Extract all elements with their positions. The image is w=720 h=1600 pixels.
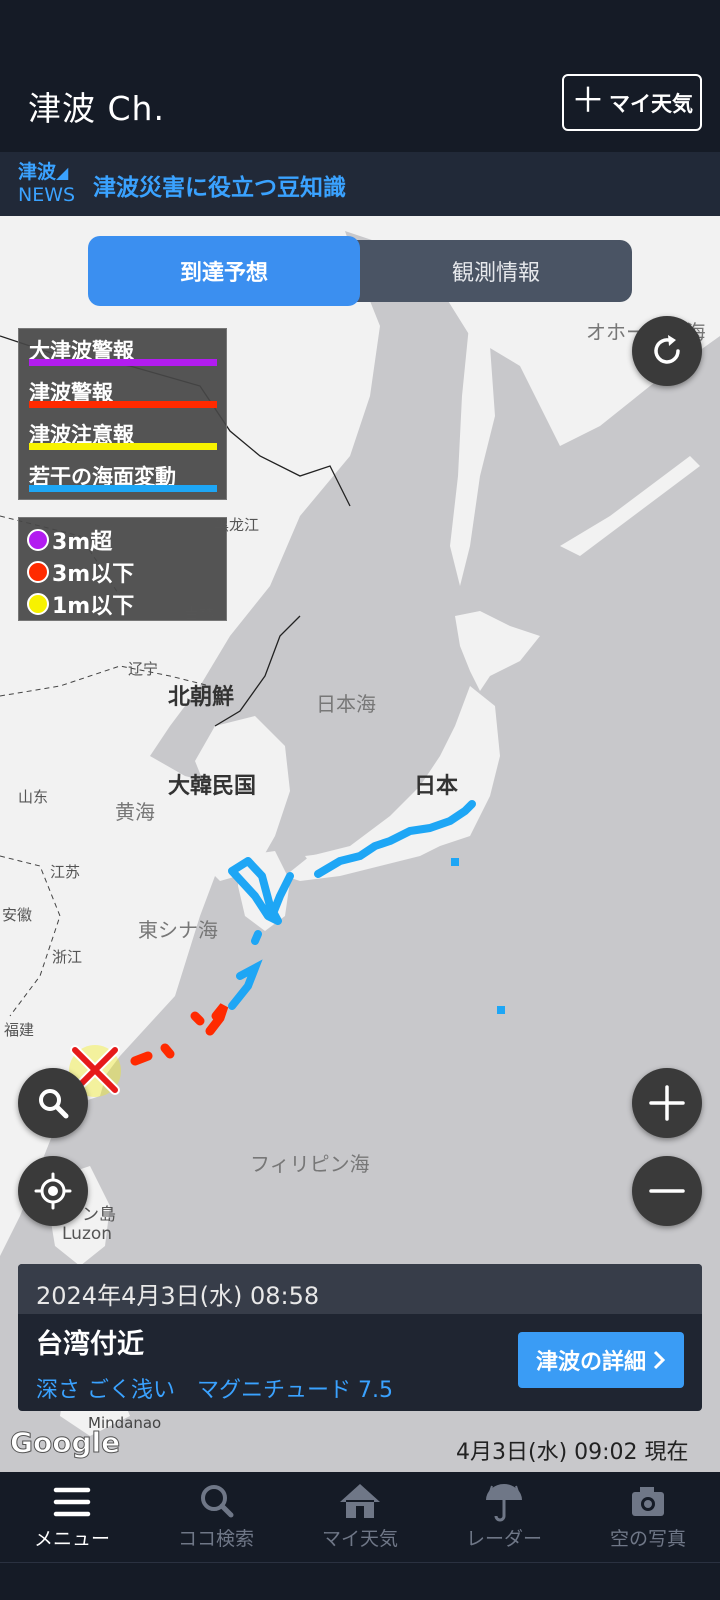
- nav-location-search[interactable]: ココ検索: [144, 1472, 288, 1562]
- label-luzon: Luzon: [62, 1224, 113, 1244]
- search-icon: [201, 1485, 234, 1518]
- label-heilongjiang: 黒龙江: [214, 516, 260, 534]
- menu-icon: [53, 1487, 91, 1517]
- warning-level-legend: 大津波警報 津波警報 津波注意報 若干の海面変動: [18, 328, 227, 500]
- purple-dot-icon: [27, 529, 49, 551]
- zoom-in-button[interactable]: [632, 1068, 702, 1138]
- quake-depth-magnitude: 深さ ごく浅い マグニチュード 7.5: [36, 1378, 393, 1403]
- label-yellow-sea: 黄海: [115, 800, 155, 824]
- quake-location: 台湾付近: [36, 1329, 144, 1360]
- earthquake-info-card: 2024年4月3日(水) 08:58 台湾付近 深さ ごく浅い マグニチュード …: [18, 1264, 702, 1411]
- chevron-right-icon: [653, 1350, 666, 1370]
- tsunami-detail-button[interactable]: 津波の詳細: [518, 1332, 684, 1388]
- legend-height-under-3m: 3m以下: [27, 556, 134, 588]
- status-bar: [0, 0, 720, 66]
- legend-bar-yellow: [29, 443, 217, 450]
- google-logo: Google: [9, 1426, 121, 1460]
- magnifier-icon: [39, 1089, 69, 1119]
- tab-arrival-forecast[interactable]: 到達予想: [88, 236, 360, 306]
- nav-location-search-label: ココ検索: [177, 1528, 254, 1550]
- label-liaoning: 辽宁: [128, 660, 159, 678]
- legend-height-over-3m: 3m超: [27, 524, 112, 556]
- label-south-korea: 大韓民国: [168, 774, 257, 799]
- nav-sky-photos-label: 空の写真: [609, 1528, 686, 1550]
- label-philippine-sea: フィリピン海: [250, 1152, 370, 1176]
- tab-observation-info[interactable]: 観測情報: [360, 240, 632, 302]
- nav-my-weather-label: マイ天気: [321, 1528, 398, 1550]
- label-north-korea: 北朝鮮: [168, 685, 235, 710]
- legend-height-over-3m-label: 3m超: [52, 530, 113, 555]
- current-location-button[interactable]: [18, 1156, 88, 1226]
- nav-menu[interactable]: メニュー: [0, 1472, 144, 1562]
- my-weather-label: マイ天気: [609, 91, 693, 116]
- red-dot-icon: [27, 561, 49, 583]
- search-button[interactable]: [18, 1068, 88, 1138]
- forecast-observation-toggle: 到達予想 観測情報: [88, 236, 632, 306]
- label-fujian: 福建: [4, 1021, 35, 1039]
- news-logo-line2: NEWS: [18, 184, 76, 206]
- label-east-china-sea: 東シナ海: [138, 918, 218, 942]
- news-logo-line1: 津波: [18, 161, 57, 183]
- tsunami-detail-label: 津波の詳細: [535, 1350, 646, 1375]
- plus-icon: [649, 1085, 685, 1121]
- tsunami-map[interactable]: 到達予想 観測情報 大津波警報 津波警報 津波注意報 若干の海面変動 3m超 3…: [0, 216, 720, 1472]
- news-headline: 津波災害に役立つ豆知識: [93, 175, 346, 201]
- refresh-icon: [654, 335, 680, 364]
- quake-datetime: 2024年4月3日(水) 08:58: [18, 1264, 702, 1314]
- yellow-dot-icon: [27, 593, 49, 615]
- nav-sky-photos[interactable]: 空の写真: [576, 1472, 720, 1562]
- system-navigation-bar: [0, 1562, 720, 1600]
- page-title: 津波 Ch.: [28, 89, 165, 128]
- nav-radar[interactable]: レーダー: [432, 1472, 576, 1562]
- umbrella-icon: [486, 1484, 522, 1522]
- zoom-out-button[interactable]: [632, 1156, 702, 1226]
- label-sea-of-japan: 日本海: [316, 692, 376, 716]
- legend-bar-red: [29, 401, 217, 408]
- tsunami-news-logo: 津波◢ NEWS: [18, 161, 82, 206]
- map-update-timestamp: 4月3日(水) 09:02 現在: [456, 1440, 689, 1465]
- label-jiangsu: 江苏: [50, 863, 81, 881]
- home-icon: [340, 1484, 380, 1518]
- label-shandong: 山东: [18, 788, 49, 806]
- add-my-weather-button[interactable]: ＋ マイ天気: [562, 74, 702, 131]
- legend-bar-purple: [29, 359, 217, 366]
- label-japan: 日本: [414, 774, 459, 799]
- plus-icon: ＋: [571, 80, 605, 121]
- legend-height-under-3m-label: 3m以下: [52, 562, 135, 587]
- nav-menu-label: メニュー: [33, 1528, 110, 1550]
- legend-height-under-1m-label: 1m以下: [52, 594, 135, 619]
- minus-icon: [649, 1189, 685, 1193]
- label-zhejiang: 浙江: [52, 948, 83, 966]
- location-target-icon: [34, 1172, 72, 1210]
- legend-height-under-1m: 1m以下: [27, 588, 134, 620]
- tsunami-news-banner[interactable]: 津波◢ NEWS 津波災害に役立つ豆知識: [0, 152, 720, 216]
- app-header: 津波 Ch. ＋ マイ天気: [0, 66, 720, 152]
- nav-my-weather[interactable]: マイ天気: [288, 1472, 432, 1562]
- label-jilin: 吉林: [184, 604, 215, 622]
- camera-icon: [632, 1487, 664, 1516]
- refresh-button[interactable]: [632, 316, 702, 386]
- label-anhui: 安徽: [2, 906, 33, 924]
- bottom-navigation: メニュー ココ検索 マイ天気 レーダー 空の写真: [0, 1472, 720, 1562]
- nav-radar-label: レーダー: [465, 1528, 542, 1550]
- legend-bar-blue: [29, 485, 217, 492]
